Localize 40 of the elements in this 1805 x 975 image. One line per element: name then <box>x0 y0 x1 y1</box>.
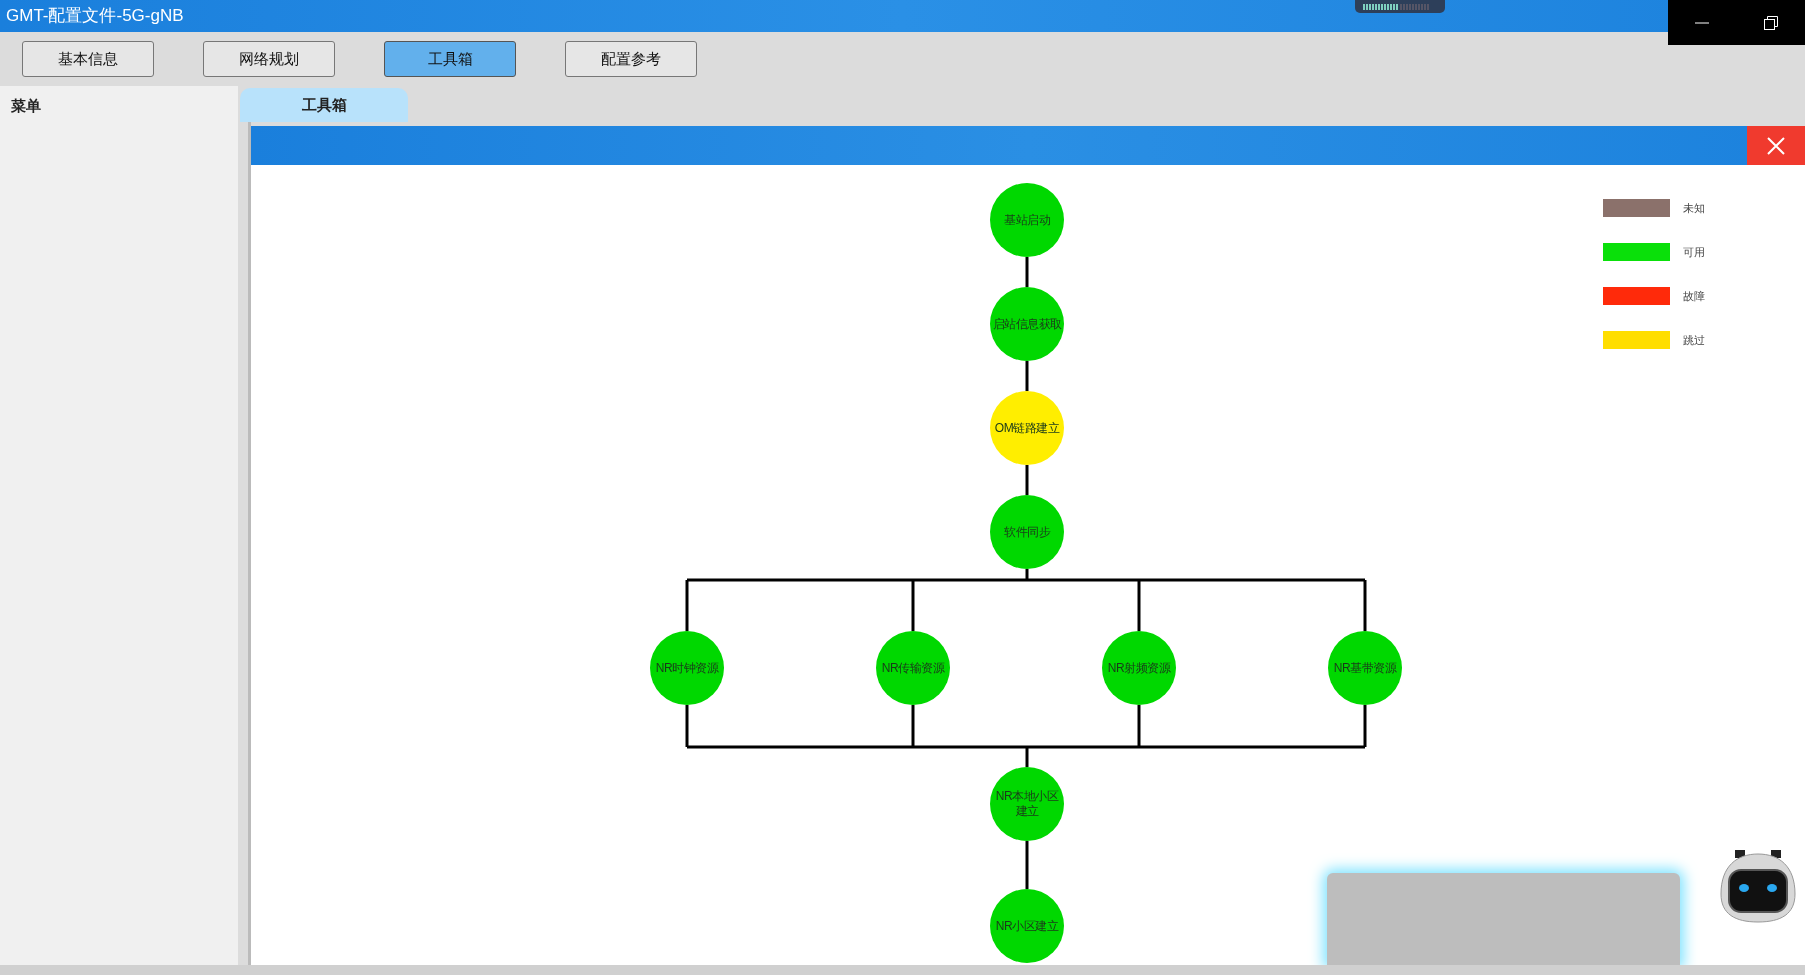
close-button[interactable] <box>1747 126 1805 165</box>
node-label: 基站启动 <box>1003 212 1051 228</box>
status-node[interactable] <box>1328 631 1402 705</box>
restore-icon[interactable] <box>1763 15 1778 30</box>
node-label: OM链路建立 <box>993 420 1061 436</box>
status-node[interactable] <box>990 391 1064 465</box>
node-label: NR小区建立 <box>994 918 1060 934</box>
node-label: NR射频资源 <box>1106 660 1172 676</box>
node-label: 软件同步 <box>1003 524 1052 540</box>
legend-label: 故障 <box>1683 288 1705 304</box>
status-node[interactable] <box>990 287 1064 361</box>
node-label: 启站信息获取 <box>991 316 1063 332</box>
scrollbar[interactable] <box>0 965 1805 975</box>
window-title: GMT-配置文件-5G-gNB <box>5 5 184 28</box>
node-label: NR本地小区建立 <box>994 789 1060 819</box>
close-icon <box>1767 136 1785 155</box>
sidebar-title: 菜单 <box>11 97 41 114</box>
tab[interactable]: 工具箱 <box>240 88 408 122</box>
nav-button[interactable]: 工具箱 <box>384 41 516 77</box>
status-node[interactable] <box>990 183 1064 257</box>
legend-label: 可用 <box>1683 244 1705 260</box>
connector-line <box>1025 361 1029 391</box>
status-node[interactable] <box>650 631 724 705</box>
node-label: NR时钟资源 <box>654 660 720 676</box>
nav-button[interactable]: 网络规划 <box>203 41 335 77</box>
connector-line <box>1025 257 1029 287</box>
status-node[interactable] <box>1102 631 1176 705</box>
node-label: NR传输资源 <box>880 660 946 676</box>
level-meter-icon <box>1355 0 1445 13</box>
connector-line <box>1025 465 1029 495</box>
status-node[interactable] <box>990 889 1064 963</box>
status-node[interactable] <box>990 767 1064 841</box>
nav-button[interactable]: 配置参考 <box>565 41 697 77</box>
legend-label: 跳过 <box>1683 332 1705 348</box>
legend-label: 未知 <box>1683 200 1705 216</box>
status-node[interactable] <box>990 495 1064 569</box>
node-label: NR基带资源 <box>1332 660 1398 676</box>
status-node[interactable] <box>876 631 950 705</box>
connector-line <box>1025 841 1029 889</box>
nav-button[interactable]: 基本信息 <box>22 41 154 77</box>
